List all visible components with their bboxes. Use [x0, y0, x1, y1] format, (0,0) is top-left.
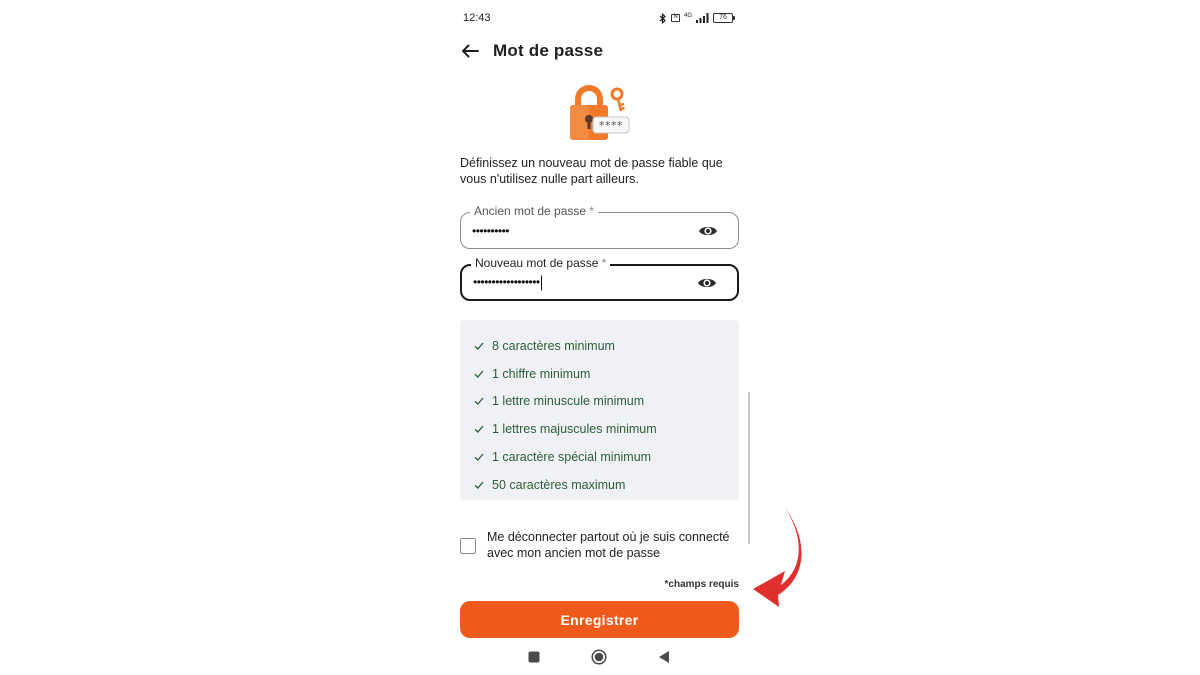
check-icon [474, 453, 484, 462]
rule-item: 1 caractère spécial minimum [474, 443, 725, 471]
eye-icon[interactable] [697, 276, 717, 290]
battery-level: 76 [713, 13, 733, 23]
required-fields-note: *champs requis [664, 579, 739, 590]
status-time: 12:43 [463, 12, 491, 24]
battery-icon: 76 [713, 13, 735, 23]
logout-label: Me déconnecter partout où je suis connec… [487, 530, 730, 560]
logout-checkbox[interactable] [460, 538, 476, 554]
required-mark: * [589, 204, 595, 218]
bluetooth-icon [659, 12, 666, 24]
rule-item: 1 lettres majuscules minimum [474, 415, 725, 443]
new-password-field[interactable]: Nouveau mot de passe * •••••••••••••••••… [460, 256, 739, 301]
recents-square-icon [528, 651, 540, 663]
new-password-input[interactable]: •••••••••••••••••• [473, 275, 543, 290]
password-rules-panel: 8 caractères minimum 1 chiffre minimum 1… [460, 320, 739, 500]
rule-item: 50 caractères maximum [474, 471, 725, 499]
nfc-icon: N [670, 14, 680, 22]
padlock-key-illustration: **** [570, 85, 630, 140]
old-password-field[interactable]: Ancien mot de passe * •••••••••• [460, 204, 739, 249]
arrow-left-icon [462, 44, 479, 58]
save-button[interactable]: Enregistrer [460, 601, 739, 638]
app-header: Mot de passe [459, 38, 603, 64]
back-triangle-icon [659, 651, 669, 663]
required-mark: * [601, 256, 607, 270]
phone-screen: 12:43 N 4G 76 Mot de passe **** Définiss… [445, 0, 755, 675]
check-icon [474, 481, 484, 489]
home-button[interactable] [591, 649, 607, 665]
password-mask: **** [599, 119, 623, 132]
check-icon [474, 342, 484, 350]
check-icon [474, 425, 484, 434]
check-icon [474, 370, 484, 378]
status-icons: N 4G 76 [659, 12, 735, 24]
eye-icon[interactable] [698, 224, 718, 238]
rule-item: 1 chiffre minimum [474, 360, 725, 388]
rule-item: 1 lettre minuscule minimum [474, 388, 725, 416]
signal-icon [696, 13, 709, 23]
text-caret [540, 275, 543, 290]
nav-back-button[interactable] [656, 649, 672, 665]
system-nav-bar [445, 648, 755, 666]
new-password-label: Nouveau mot de passe * [471, 256, 611, 270]
red-arrow-annotation-icon [753, 508, 802, 607]
network-type: 4G [683, 12, 692, 19]
home-circle-icon [591, 649, 607, 665]
logout-everywhere-option[interactable]: Me déconnecter partout où je suis connec… [460, 529, 740, 561]
status-bar: 12:43 N 4G 76 [463, 10, 735, 26]
page-title: Mot de passe [493, 41, 604, 60]
check-icon [474, 398, 484, 406]
old-password-input[interactable]: •••••••••• [472, 225, 510, 237]
old-password-label: Ancien mot de passe * [470, 204, 599, 218]
rule-item: 8 caractères minimum [474, 332, 725, 360]
intro-text: Définissez un nouveau mot de passe fiabl… [460, 156, 723, 186]
back-button[interactable] [459, 40, 481, 62]
recents-button[interactable] [526, 649, 542, 665]
